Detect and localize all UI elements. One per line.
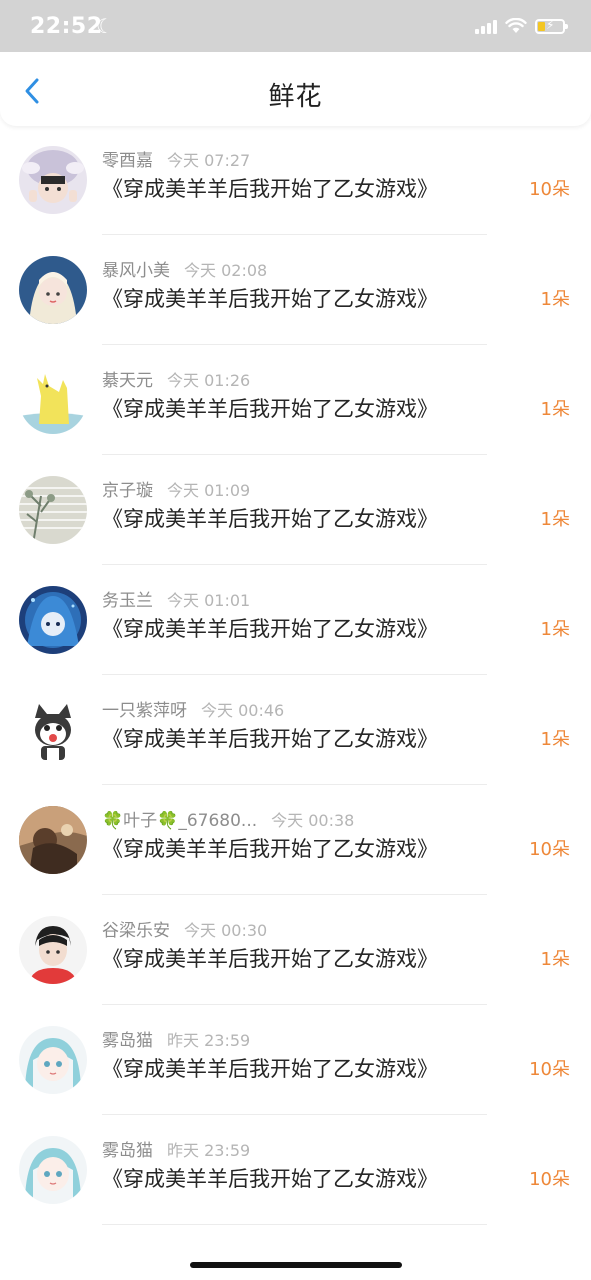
flower-record-row[interactable]: 綦天元 今天 01:26 《穿成美羊羊后我开始了乙女游戏》 1朵: [0, 345, 591, 455]
username[interactable]: 零酉嘉: [102, 151, 153, 171]
book-title[interactable]: 《穿成美羊羊后我开始了乙女游戏》: [102, 723, 438, 753]
book-title[interactable]: 《穿成美羊羊后我开始了乙女游戏》: [102, 393, 438, 423]
username-line: 务玉兰 今天 01:01: [102, 586, 250, 611]
flower-record-row[interactable]: 雾岛猫 昨天 23:59 《穿成美羊羊后我开始了乙女游戏》 10朵: [0, 1115, 591, 1225]
avatar[interactable]: [19, 586, 87, 654]
timestamp: 今天 02:08: [184, 261, 268, 280]
username[interactable]: 綦天元: [102, 371, 153, 391]
username-line: 京子璇 今天 01:09: [102, 476, 250, 501]
timestamp: 今天 07:27: [167, 151, 251, 170]
timestamp: 今天 00:30: [184, 921, 268, 940]
avatar[interactable]: [19, 696, 87, 764]
book-title[interactable]: 《穿成美羊羊后我开始了乙女游戏》: [102, 283, 438, 313]
cellular-signal-icon: [475, 18, 497, 34]
avatar[interactable]: [19, 366, 87, 434]
book-title[interactable]: 《穿成美羊羊后我开始了乙女游戏》: [102, 1163, 438, 1193]
username-line: 谷梁乐安 今天 00:30: [102, 916, 267, 941]
book-title[interactable]: 《穿成美羊羊后我开始了乙女游戏》: [102, 1053, 438, 1083]
flower-record-row[interactable]: 零酉嘉 今天 07:27 《穿成美羊羊后我开始了乙女游戏》 10朵: [0, 125, 591, 235]
book-title[interactable]: 《穿成美羊羊后我开始了乙女游戏》: [102, 943, 438, 973]
status-bar: 22:52 ☾ ⚡: [0, 0, 591, 52]
charging-bolt-icon: ⚡: [546, 17, 555, 32]
book-title[interactable]: 《穿成美羊羊后我开始了乙女游戏》: [102, 173, 438, 203]
flower-record-row[interactable]: 京子璇 今天 01:09 《穿成美羊羊后我开始了乙女游戏》 1朵: [0, 455, 591, 565]
avatar[interactable]: [19, 1136, 87, 1204]
avatar[interactable]: [19, 146, 87, 214]
flower-count: 10朵: [529, 839, 570, 860]
username[interactable]: 暴风小美: [102, 261, 170, 281]
flower-record-row[interactable]: 雾岛猫 昨天 23:59 《穿成美羊羊后我开始了乙女游戏》 10朵: [0, 1005, 591, 1115]
timestamp: 今天 00:46: [201, 701, 285, 720]
moon-icon: ☾: [96, 14, 114, 38]
flower-record-row[interactable]: 暴风小美 今天 02:08 《穿成美羊羊后我开始了乙女游戏》 1朵: [0, 235, 591, 345]
avatar[interactable]: [19, 476, 87, 544]
username-line: 綦天元 今天 01:26: [102, 366, 250, 391]
flower-count: 1朵: [540, 949, 570, 970]
username-line: 零酉嘉 今天 07:27: [102, 146, 250, 171]
book-title[interactable]: 《穿成美羊羊后我开始了乙女游戏》: [102, 833, 438, 863]
flower-list-inner: 《穿成美羊羊后我开始了乙女游戏》10朵零酉嘉今天 07:27《穿成美羊羊后我开始…: [0, 56, 591, 1225]
avatar[interactable]: [19, 916, 87, 984]
flower-count: 1朵: [540, 289, 570, 310]
flower-count: 1朵: [540, 619, 570, 640]
book-title[interactable]: 《穿成美羊羊后我开始了乙女游戏》: [102, 503, 438, 533]
username-line: 一只紫萍呀 今天 00:46: [102, 696, 284, 721]
flower-record-row[interactable]: 务玉兰 今天 01:01 《穿成美羊羊后我开始了乙女游戏》 1朵: [0, 565, 591, 675]
timestamp: 今天 01:26: [167, 371, 251, 390]
flower-record-row[interactable]: 一只紫萍呀 今天 00:46 《穿成美羊羊后我开始了乙女游戏》 1朵: [0, 675, 591, 785]
wifi-icon: [505, 18, 527, 33]
username[interactable]: 🍀叶子🍀_67680...: [102, 811, 257, 831]
flower-record-row[interactable]: 🍀叶子🍀_67680... 今天 00:38 《穿成美羊羊后我开始了乙女游戏》 10朵: [0, 785, 591, 895]
username-line: 🍀叶子🍀_67680... 今天 00:38: [102, 806, 354, 831]
timestamp: 今天 01:01: [167, 591, 251, 610]
flower-count: 1朵: [540, 399, 570, 420]
status-icons: ⚡: [475, 17, 568, 34]
username[interactable]: 雾岛猫: [102, 1031, 153, 1051]
timestamp: 昨天 23:59: [167, 1031, 251, 1050]
timestamp: 昨天 23:59: [167, 1141, 251, 1160]
username-line: 雾岛猫 昨天 23:59: [102, 1136, 250, 1161]
flower-count: 10朵: [529, 1059, 570, 1080]
avatar[interactable]: [19, 1026, 87, 1094]
username[interactable]: 京子璇: [102, 481, 153, 501]
flower-count: 1朵: [540, 729, 570, 750]
timestamp: 今天 00:38: [271, 811, 355, 830]
username[interactable]: 务玉兰: [102, 591, 153, 611]
avatar[interactable]: [19, 806, 87, 874]
timestamp: 今天 01:09: [167, 481, 251, 500]
username[interactable]: 谷梁乐安: [102, 921, 170, 941]
book-title[interactable]: 《穿成美羊羊后我开始了乙女游戏》: [102, 613, 438, 643]
battery-icon: ⚡: [535, 17, 568, 34]
flower-count: 1朵: [540, 509, 570, 530]
flower-record-row[interactable]: 谷梁乐安 今天 00:30 《穿成美羊羊后我开始了乙女游戏》 1朵: [0, 895, 591, 1005]
username[interactable]: 雾岛猫: [102, 1141, 153, 1161]
username-line: 雾岛猫 昨天 23:59: [102, 1026, 250, 1051]
home-indicator[interactable]: [190, 1262, 402, 1268]
username[interactable]: 一只紫萍呀: [102, 701, 187, 721]
flower-list[interactable]: 《穿成美羊羊后我开始了乙女游戏》10朵零酉嘉今天 07:27《穿成美羊羊后我开始…: [0, 56, 591, 1280]
flower-count: 10朵: [529, 1169, 570, 1190]
navigation-bar: 鲜花: [0, 52, 591, 126]
avatar[interactable]: [19, 256, 87, 324]
flower-count: 10朵: [529, 179, 570, 200]
status-time: 22:52: [30, 14, 103, 39]
username-line: 暴风小美 今天 02:08: [102, 256, 267, 281]
page-title: 鲜花: [268, 82, 323, 112]
